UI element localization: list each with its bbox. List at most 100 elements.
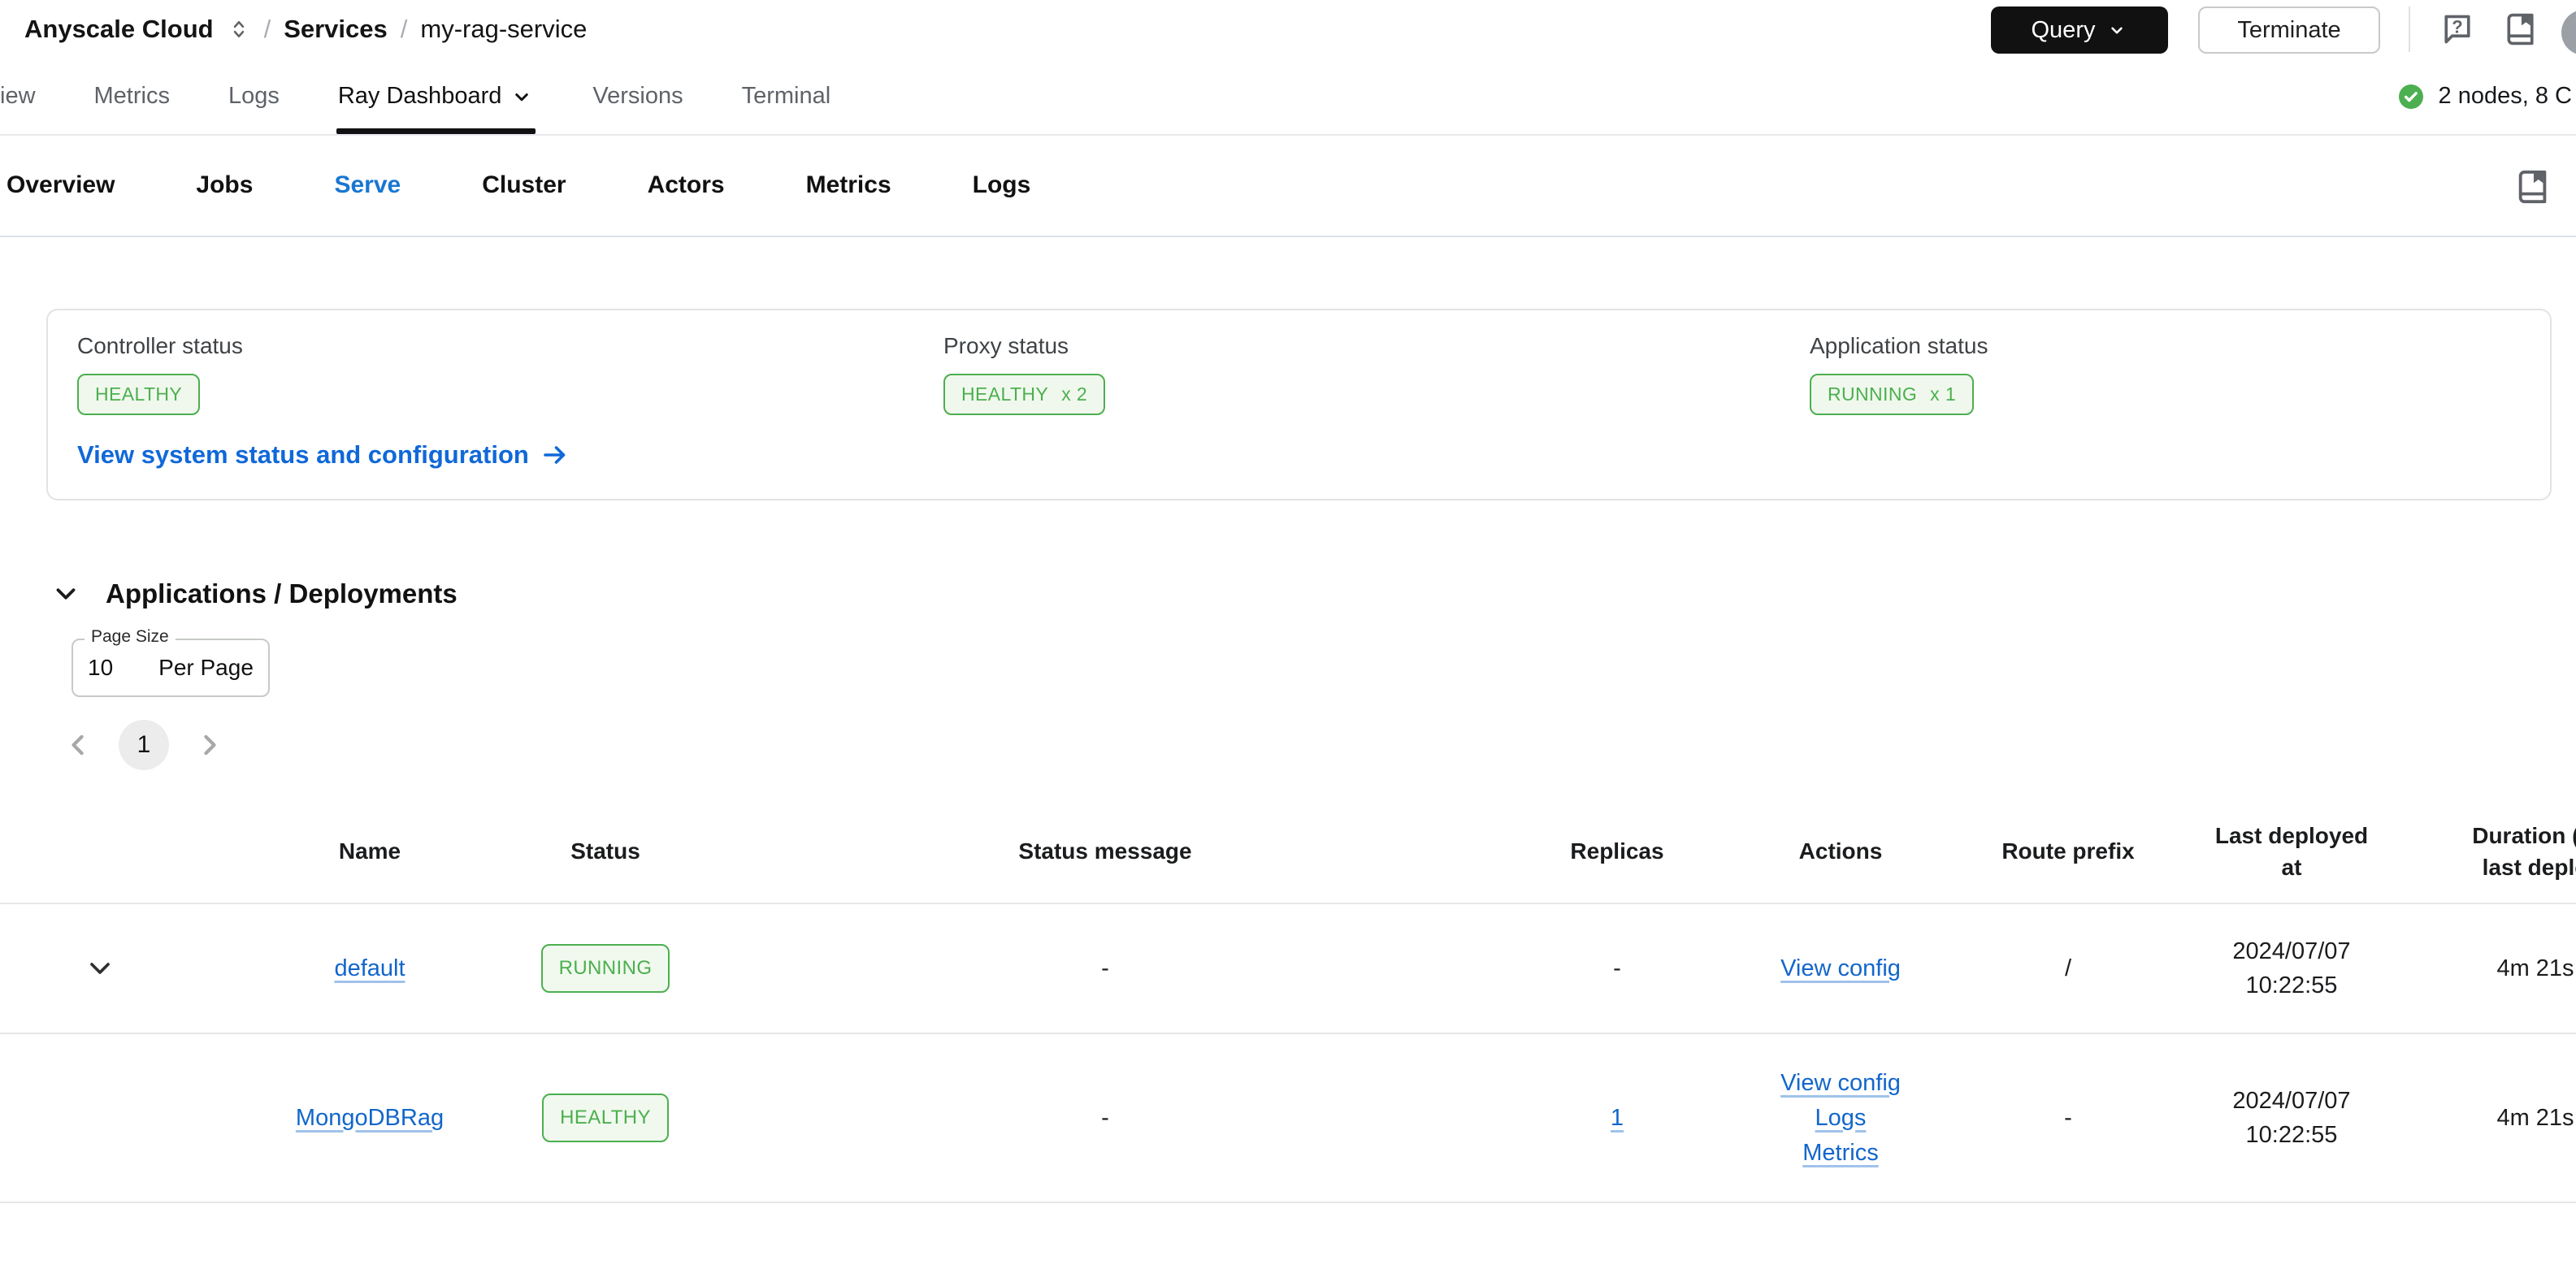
replicas-cell: - <box>1613 955 1621 981</box>
status-message-cell: - <box>1101 955 1109 981</box>
raytab-overview[interactable]: Overview <box>7 171 115 199</box>
badge-text: HEALTHY <box>95 383 183 405</box>
view-config-link[interactable]: View config <box>1780 955 1901 982</box>
tab-label: Logs <box>972 171 1031 198</box>
ray-dashboard-tab-bar: Overview Jobs Serve Cluster Actors Metri… <box>0 134 2576 237</box>
collapse-chevron-icon[interactable] <box>50 578 81 609</box>
page-size-select[interactable]: Page Size 10 Per Page <box>72 627 270 697</box>
tab-versions[interactable]: Versions <box>592 58 683 134</box>
link-label: View system status and configuration <box>77 440 529 469</box>
tab-label: Metrics <box>93 83 170 109</box>
view-system-status-link[interactable]: View system status and configuration <box>77 440 570 470</box>
chevron-down-icon <box>515 93 529 101</box>
tab-label: Actors <box>647 171 725 198</box>
query-button[interactable]: Query <box>1991 6 2168 54</box>
route-prefix-cell: - <box>2064 1104 2072 1131</box>
badge-count: x 1 <box>1930 383 1957 405</box>
deployed-time: 10:22:55 <box>2245 1122 2338 1148</box>
docs-book-icon[interactable] <box>2503 11 2539 47</box>
header-last-deployed: Last deployed at <box>2149 800 2434 903</box>
tab-label: iew <box>0 83 36 109</box>
tab-label: Ray Dashboard <box>337 83 502 109</box>
tab-label: Logs <box>228 83 280 109</box>
controller-status-badge: HEALTHY <box>77 374 201 415</box>
tab-ray-dashboard[interactable]: Ray Dashboard <box>336 58 536 134</box>
tab-label: Terminal <box>741 83 831 109</box>
view-config-link[interactable]: View config <box>1780 1070 1901 1097</box>
help-icon[interactable]: ? <box>2439 11 2475 47</box>
status-badge: HEALTHY <box>542 1094 669 1142</box>
status-message-cell: - <box>1101 1104 1109 1131</box>
header-route-prefix: Route prefix <box>2001 838 2135 864</box>
query-button-label: Query <box>2031 16 2096 43</box>
header-actions: Actions <box>1798 838 1883 864</box>
tab-label: Versions <box>592 83 683 109</box>
next-page-icon[interactable] <box>192 727 228 763</box>
replicas-link[interactable]: 1 <box>1611 1105 1624 1132</box>
row-expand-chevron-icon[interactable] <box>84 952 116 985</box>
previous-page-icon[interactable] <box>60 727 96 763</box>
tab-label: Jobs <box>196 171 254 198</box>
ray-docs-book-icon[interactable] <box>2514 168 2552 206</box>
tab-terminal[interactable]: Terminal <box>742 58 831 134</box>
tab-overview-truncated[interactable]: iew <box>0 58 36 134</box>
header-name: Name <box>338 838 401 864</box>
page-size-value[interactable]: 10 <box>88 655 113 681</box>
arrow-right-icon <box>544 446 566 464</box>
raytab-cluster[interactable]: Cluster <box>482 171 566 199</box>
cluster-status[interactable]: 2 nodes, 8 C <box>2396 58 2572 134</box>
raytab-actors[interactable]: Actors <box>648 171 725 199</box>
page-number-button[interactable]: 1 <box>119 720 169 770</box>
duration-cell: 4m 21s <box>2496 1104 2574 1131</box>
header-status: Status <box>570 838 640 864</box>
header-expand <box>0 800 199 903</box>
proxy-status-badge: HEALTHY x 2 <box>943 374 1106 415</box>
header-line: Duration (si <box>2472 822 2576 848</box>
badge-text: HEALTHY <box>961 383 1049 405</box>
application-status-label: Application status <box>1810 333 1988 358</box>
header-line: at <box>2281 855 2302 880</box>
cluster-status-text: 2 nodes, 8 C <box>2438 83 2572 109</box>
raytab-logs[interactable]: Logs <box>973 171 1031 199</box>
deployed-date: 2024/07/07 <box>2232 1087 2351 1114</box>
avatar[interactable] <box>2561 10 2576 55</box>
proxy-status-group: Proxy status HEALTHY x 2 <box>943 333 1106 415</box>
last-deployed-cell: 2024/07/07 10:22:55 <box>2149 1034 2434 1202</box>
tab-metrics[interactable]: Metrics <box>94 58 170 134</box>
deployed-time: 10:22:55 <box>2245 972 2338 998</box>
page-size-label: Page Size <box>85 627 176 647</box>
badge-count: x 2 <box>1061 383 1088 405</box>
tab-logs[interactable]: Logs <box>228 58 280 134</box>
raytab-metrics[interactable]: Metrics <box>806 171 891 199</box>
terminate-button[interactable]: Terminate <box>2198 6 2380 54</box>
applications-section-header: Applications / Deployments <box>0 578 458 609</box>
app-name-link[interactable]: default <box>334 955 405 982</box>
tab-label: Cluster <box>482 171 566 198</box>
tab-label: Overview <box>7 171 115 198</box>
badge-text: RUNNING <box>1828 383 1918 405</box>
topbar-actions: Query Terminate ? <box>0 0 2576 58</box>
application-status-badge: RUNNING x 1 <box>1810 374 1975 415</box>
deployed-date: 2024/07/07 <box>2232 938 2351 964</box>
logs-link[interactable]: Logs <box>1815 1105 1867 1132</box>
app-name-link[interactable]: MongoDBRag <box>296 1105 444 1132</box>
route-prefix-cell: / <box>2064 955 2072 981</box>
svg-text:?: ? <box>2452 16 2462 37</box>
page-size-suffix: Per Page <box>158 655 254 680</box>
header-duration: Duration (si last deplo <box>2434 800 2576 903</box>
check-circle-icon <box>2398 84 2423 109</box>
divider <box>2409 6 2410 52</box>
service-tab-bar: iew Metrics Logs Ray Dashboard Versions … <box>0 58 2576 136</box>
duration-cell: 4m 21s <box>2496 955 2574 981</box>
header-replicas: Replicas <box>1570 838 1664 864</box>
terminate-button-label: Terminate <box>2237 16 2341 43</box>
header-line: Last deployed <box>2214 822 2369 848</box>
controller-status-group: Controller status HEALTHY <box>77 333 243 415</box>
table-row: default RUNNING - - View config / 2024/0… <box>0 904 2576 1034</box>
raytab-jobs[interactable]: Jobs <box>196 171 253 199</box>
metrics-link[interactable]: Metrics <box>1802 1140 1878 1167</box>
raytab-serve[interactable]: Serve <box>334 171 401 199</box>
deployments-table: Name Status Status message Replicas Acti… <box>0 800 2576 1203</box>
header-status-message: Status message <box>1018 838 1192 864</box>
table-header-row: Name Status Status message Replicas Acti… <box>0 800 2576 904</box>
